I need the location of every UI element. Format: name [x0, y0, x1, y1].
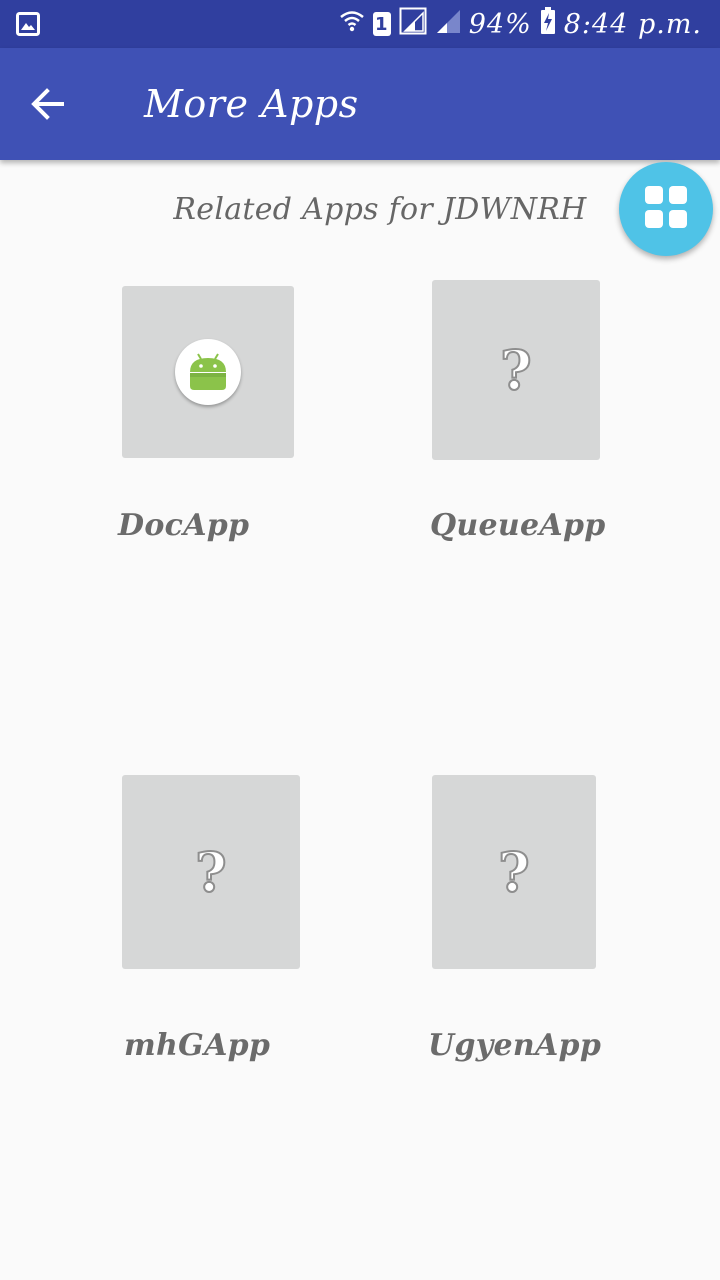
status-indicators: 1 94% 8:44 p.m.: [339, 6, 702, 42]
arrow-back-icon: [22, 88, 74, 134]
clock: 8:44 p.m.: [563, 8, 702, 40]
app-name-queueapp[interactable]: QueueApp: [430, 508, 606, 543]
app-bar: More Apps: [0, 48, 720, 160]
sim-icon: 1: [372, 12, 391, 36]
question-mark-icon: ?: [499, 338, 533, 402]
app-tile-docapp[interactable]: [122, 286, 294, 458]
app-tile-queueapp[interactable]: ?: [432, 280, 600, 460]
app-name-mhgapp[interactable]: mhGApp: [124, 1028, 270, 1063]
question-mark-icon: ?: [194, 840, 228, 904]
app-name-docapp[interactable]: DocApp: [118, 508, 249, 543]
section-title: Related Apps for JDWNRH: [173, 192, 587, 227]
signal-icon-2: [435, 8, 461, 41]
gallery-icon: [16, 12, 40, 40]
back-button[interactable]: [22, 78, 74, 130]
page-title: More Apps: [144, 82, 359, 126]
app-name-ugyenapp[interactable]: UgyenApp: [428, 1028, 601, 1063]
wifi-icon: [339, 9, 365, 40]
app-tile-mhgapp[interactable]: ?: [122, 775, 300, 969]
app-tile-ugyenapp[interactable]: ?: [432, 775, 596, 969]
grid-icon: [644, 185, 688, 233]
question-mark-icon: ?: [497, 840, 531, 904]
battery-percent: 94%: [468, 8, 532, 40]
battery-charging-icon: [540, 6, 556, 42]
signal-icon: [399, 7, 427, 42]
grid-fab-button[interactable]: [619, 162, 713, 256]
status-bar: 1 94% 8:44 p.m.: [0, 0, 720, 48]
android-icon: [175, 339, 241, 405]
